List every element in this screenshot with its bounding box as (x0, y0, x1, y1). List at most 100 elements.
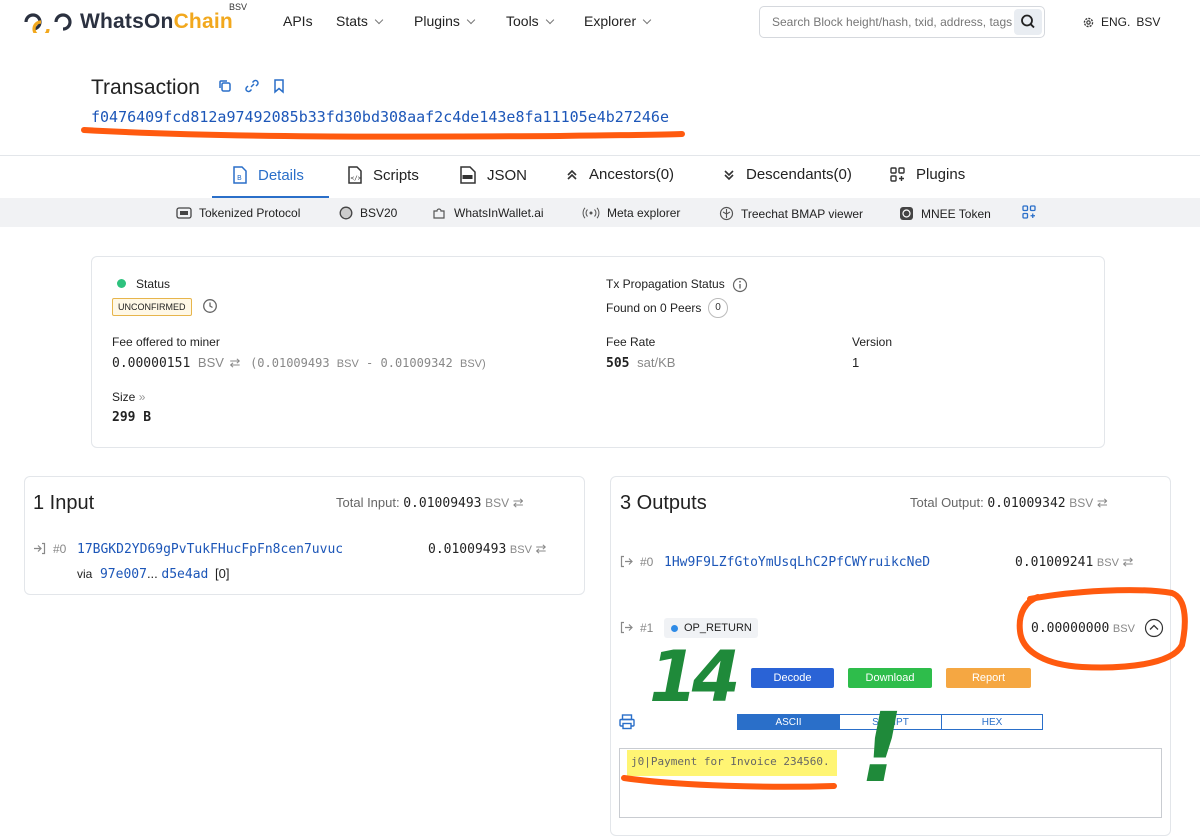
swap-icon[interactable]: ⇄ (230, 355, 241, 370)
fee-unit: BSV (197, 355, 224, 370)
status-dot (117, 279, 126, 288)
plugin-meta-explorer[interactable]: Meta explorer (582, 206, 680, 220)
handwritten-number: 14 (649, 636, 740, 718)
size-value: 299 B (112, 410, 152, 425)
fee-rate-unit: sat/KB (637, 355, 676, 370)
plugin-whatsinwallet[interactable]: WhatsInWallet.ai (432, 206, 544, 220)
network-label: BSV (1136, 15, 1161, 29)
output-arrow-icon (620, 555, 633, 568)
chevron-down-icon (642, 15, 652, 25)
inputs-title: 1 Input (33, 492, 95, 514)
logo-network-sup: BSV (229, 2, 248, 12)
language-selector[interactable]: ENG. BSV (1082, 15, 1160, 29)
nav-plugins[interactable]: Plugins (414, 13, 476, 29)
link-icon[interactable] (244, 78, 260, 94)
svg-text:</>: </> (351, 175, 362, 182)
chevron-down-icon (545, 15, 554, 25)
fee-label: Fee offered to miner (112, 335, 220, 349)
chevron-down-icon (374, 15, 384, 25)
output-index: #0 (640, 555, 654, 569)
nav-stats[interactable]: Stats (336, 13, 384, 29)
total-output: Total Output: 0.01009342 BSV ⇄ (910, 495, 1108, 511)
tab-plugins[interactable]: Plugins (890, 166, 965, 183)
input-via: via 97e007... d5e4ad [0] (77, 566, 230, 582)
size-label: Size » (112, 390, 146, 404)
code-file-icon: </> (348, 166, 362, 184)
search-box (759, 6, 1045, 38)
transaction-id[interactable]: f0476409fcd812a97492085b33fd30bd308aaf2c… (91, 108, 669, 126)
nav-tools[interactable]: Tools (506, 13, 554, 29)
tabs-divider (0, 155, 1200, 156)
top-navbar: WhatsOnChain BSV APIs Stats Plugins Tool… (0, 0, 1200, 46)
mnee-icon (900, 207, 913, 220)
decode-button[interactable]: Decode (751, 668, 834, 688)
chevron-down-icon (466, 15, 476, 25)
tab-descendants[interactable]: Descendants(0) (722, 166, 852, 183)
version-label: Version (852, 335, 893, 349)
input-address[interactable]: 17BGKD2YD69gPvTukFHucFpFn8cen7uvuc (77, 542, 343, 557)
prev-tx-link-end[interactable]: d5e4ad (161, 567, 208, 582)
logo-text: WhatsOnChain (80, 10, 233, 33)
broadcast-icon (582, 207, 600, 219)
status-badge: UNCONFIRMED (112, 298, 192, 316)
report-button[interactable]: Report (946, 668, 1031, 688)
fee-value: 0.00000151 (112, 356, 191, 371)
more-plugins-icon[interactable] (1022, 205, 1036, 219)
input-index: #0 (53, 542, 67, 556)
nav-explorer[interactable]: Explorer (584, 13, 652, 29)
print-icon[interactable] (618, 713, 636, 731)
tab-details[interactable]: B Details (232, 166, 304, 184)
search-button[interactable] (1014, 9, 1042, 35)
chevrons-up-icon (567, 169, 577, 180)
plugin-mnee-token[interactable]: MNEE Token (899, 206, 991, 221)
clock-icon[interactable] (202, 298, 218, 314)
tokenized-icon (176, 207, 192, 219)
summary-card (91, 256, 1105, 448)
tab-ancestors[interactable]: Ancestors(0) (565, 166, 674, 183)
op-return-ascii-text: j0|Payment for Invoice 234560. (631, 755, 830, 768)
fee-rate-label: Fee Rate (606, 335, 656, 349)
info-icon[interactable] (732, 277, 748, 293)
output-amount: 0.01009241 BSV ⇄ (1015, 554, 1134, 570)
nav-apis[interactable]: APIs (283, 13, 313, 29)
language-label: ENG. (1101, 15, 1131, 29)
search-input[interactable] (770, 14, 1014, 30)
fee-rate-value: 505 (606, 356, 630, 371)
tab-json[interactable]: JSON (459, 166, 527, 184)
prev-tx-link[interactable]: 97e007 (100, 567, 147, 582)
copy-icon[interactable] (217, 78, 233, 94)
document-icon: B (233, 166, 247, 184)
output-arrow-icon (620, 621, 633, 634)
fee-breakdown: (0.01009493 BSV - 0.01009342 BSV) (250, 356, 486, 370)
tab-ascii[interactable]: ASCII (737, 714, 840, 730)
logo-mark-icon (24, 13, 72, 33)
plugin-treechat-bmap[interactable]: Treechat BMAP viewer (719, 206, 863, 221)
collapse-chevron-icon[interactable] (1144, 618, 1164, 638)
total-input: Total Input: 0.01009493 BSV ⇄ (336, 495, 524, 511)
output-address[interactable]: 1Hw9F9LZfGtoYmUsqLhC2PfCWYruikcNeD (664, 555, 930, 570)
status-label: Status (136, 277, 171, 291)
download-button[interactable]: Download (848, 668, 932, 688)
handwritten-mark: ! (860, 692, 904, 804)
fee-rate-row: 505 sat/KB (606, 355, 675, 371)
bookmark-icon[interactable] (271, 78, 287, 94)
treechat-icon (719, 206, 734, 221)
plugins-grid-icon (890, 166, 905, 182)
site-logo[interactable]: WhatsOnChain (22, 10, 233, 34)
bsv20-icon (339, 206, 353, 220)
peers-count-badge[interactable]: 0 (708, 298, 728, 318)
peers-label: Found on 0 Peers (606, 301, 702, 315)
plugin-tokenized-protocol[interactable]: Tokenized Protocol (176, 206, 300, 220)
tab-hex[interactable]: HEX (941, 714, 1043, 730)
fee-value-row: 0.00000151 BSV ⇄ (0.01009493 BSV - 0.010… (112, 355, 486, 371)
search-icon (1021, 14, 1035, 29)
page-title: Transaction (91, 76, 200, 99)
plugin-bsv20[interactable]: BSV20 (339, 206, 397, 220)
outputs-title: 3 Outputs (620, 492, 707, 514)
gear-icon (1083, 17, 1094, 27)
version-value: 1 (852, 355, 860, 370)
json-file-icon (460, 166, 476, 184)
propagation-label: Tx Propagation Status (606, 277, 725, 291)
tab-scripts[interactable]: </> Scripts (347, 166, 419, 184)
svg-text:B: B (237, 174, 242, 182)
